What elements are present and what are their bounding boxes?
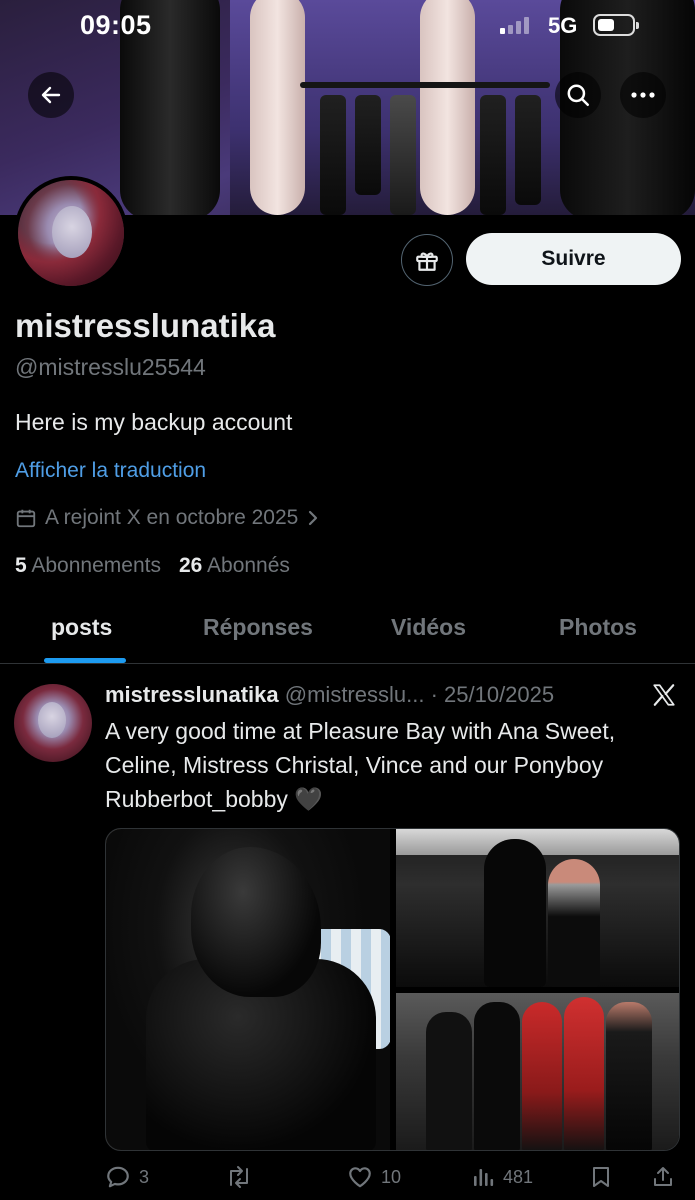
banner-item bbox=[515, 95, 541, 205]
views-button[interactable]: 481 bbox=[471, 1164, 533, 1190]
post-actions: 3 10 481 bbox=[105, 1162, 680, 1198]
profile-bio: Here is my backup account bbox=[15, 409, 293, 435]
photo-figure bbox=[484, 839, 546, 987]
reply-button[interactable]: 3 bbox=[105, 1164, 149, 1190]
joined-text: A rejoint X en octobre 2025 bbox=[45, 506, 299, 529]
heart-icon bbox=[349, 1167, 371, 1188]
profile-avatar[interactable] bbox=[14, 176, 128, 290]
post-photo-3[interactable] bbox=[396, 993, 679, 1150]
avatar-face bbox=[52, 206, 92, 258]
translate-link[interactable]: Afficher la traduction bbox=[15, 459, 206, 483]
profile-handle: @mistresslu25544 bbox=[15, 354, 206, 380]
repost-icon bbox=[230, 1166, 248, 1188]
followers-label: Abonnés bbox=[207, 554, 290, 577]
more-button[interactable] bbox=[620, 72, 666, 118]
search-button[interactable] bbox=[555, 72, 601, 118]
photo-figure bbox=[474, 1002, 520, 1150]
status-bar: 09:05 5G bbox=[0, 0, 695, 52]
tab-posts[interactable]: posts bbox=[51, 614, 112, 641]
x-logo-icon bbox=[653, 684, 675, 706]
post-text: A very good time at Pleasure Bay with An… bbox=[105, 718, 616, 812]
tab-photos[interactable]: Photos bbox=[559, 614, 637, 641]
post-photo-2[interactable] bbox=[396, 829, 679, 987]
signal-icon bbox=[500, 16, 529, 34]
photo-figure bbox=[548, 859, 600, 987]
banner-rack bbox=[300, 82, 550, 88]
view-count: 481 bbox=[503, 1166, 534, 1187]
post-photo-1[interactable] bbox=[106, 829, 391, 1150]
follow-counts: 5 Abonnements 26 Abonnés bbox=[15, 554, 290, 578]
back-button[interactable] bbox=[28, 72, 74, 118]
status-time: 09:05 bbox=[80, 10, 152, 40]
banner-item bbox=[480, 95, 506, 215]
profile-tabs: posts Réponses Vidéos Photos bbox=[0, 600, 695, 664]
like-count: 10 bbox=[381, 1166, 402, 1187]
following-label: Abonnements bbox=[31, 554, 161, 577]
banner-item bbox=[390, 95, 416, 215]
tab-videos[interactable]: Vidéos bbox=[391, 614, 466, 641]
post-date[interactable]: · 25/10/2025 bbox=[431, 682, 555, 707]
post-author-avatar[interactable] bbox=[14, 684, 92, 762]
gift-icon bbox=[416, 252, 438, 271]
post-author-name[interactable]: mistresslunatika bbox=[105, 682, 279, 707]
more-dots-icon bbox=[631, 92, 655, 98]
media-divider bbox=[396, 987, 679, 993]
photo-figure bbox=[564, 997, 604, 1150]
photo-figure bbox=[426, 1012, 472, 1150]
profile-display-name: mistresslunatika bbox=[15, 307, 276, 344]
calendar-icon bbox=[16, 509, 36, 528]
followers-count: 26 bbox=[178, 554, 203, 577]
network-type: 5G bbox=[548, 13, 578, 38]
post-media-grid bbox=[105, 828, 680, 1151]
chevron-right-icon bbox=[309, 510, 318, 526]
search-icon bbox=[567, 84, 589, 106]
followers-link[interactable]: 26 Abonnés bbox=[179, 554, 290, 578]
joined-date[interactable]: A rejoint X en octobre 2025 bbox=[15, 506, 320, 530]
bookmark-button[interactable] bbox=[589, 1164, 613, 1190]
following-link[interactable]: 5 Abonnements bbox=[15, 554, 161, 578]
gift-button[interactable] bbox=[401, 234, 453, 286]
post-header: mistresslunatika @mistresslu... · 25/10/… bbox=[105, 682, 554, 708]
share-icon bbox=[654, 1167, 672, 1186]
post-author-handle[interactable]: @mistresslu... bbox=[285, 682, 425, 707]
active-tab-indicator bbox=[44, 658, 126, 663]
arrow-left-icon bbox=[41, 86, 61, 104]
tab-replies[interactable]: Réponses bbox=[203, 614, 313, 641]
battery-icon bbox=[593, 14, 639, 36]
reply-icon bbox=[107, 1166, 129, 1188]
avatar-face bbox=[38, 702, 66, 738]
photo-figure bbox=[606, 1002, 652, 1150]
banner-item bbox=[320, 95, 346, 215]
follow-button[interactable]: Suivre bbox=[466, 233, 681, 285]
views-icon bbox=[474, 1169, 494, 1186]
banner-item bbox=[355, 95, 381, 195]
like-button[interactable]: 10 bbox=[347, 1164, 401, 1190]
share-button[interactable] bbox=[651, 1164, 675, 1190]
repost-button[interactable] bbox=[225, 1164, 253, 1190]
bookmark-icon bbox=[593, 1167, 609, 1187]
photo-figure-head bbox=[191, 847, 321, 997]
reply-count: 3 bbox=[139, 1166, 150, 1187]
following-count: 5 bbox=[15, 554, 27, 577]
photo-figure bbox=[522, 1002, 562, 1150]
